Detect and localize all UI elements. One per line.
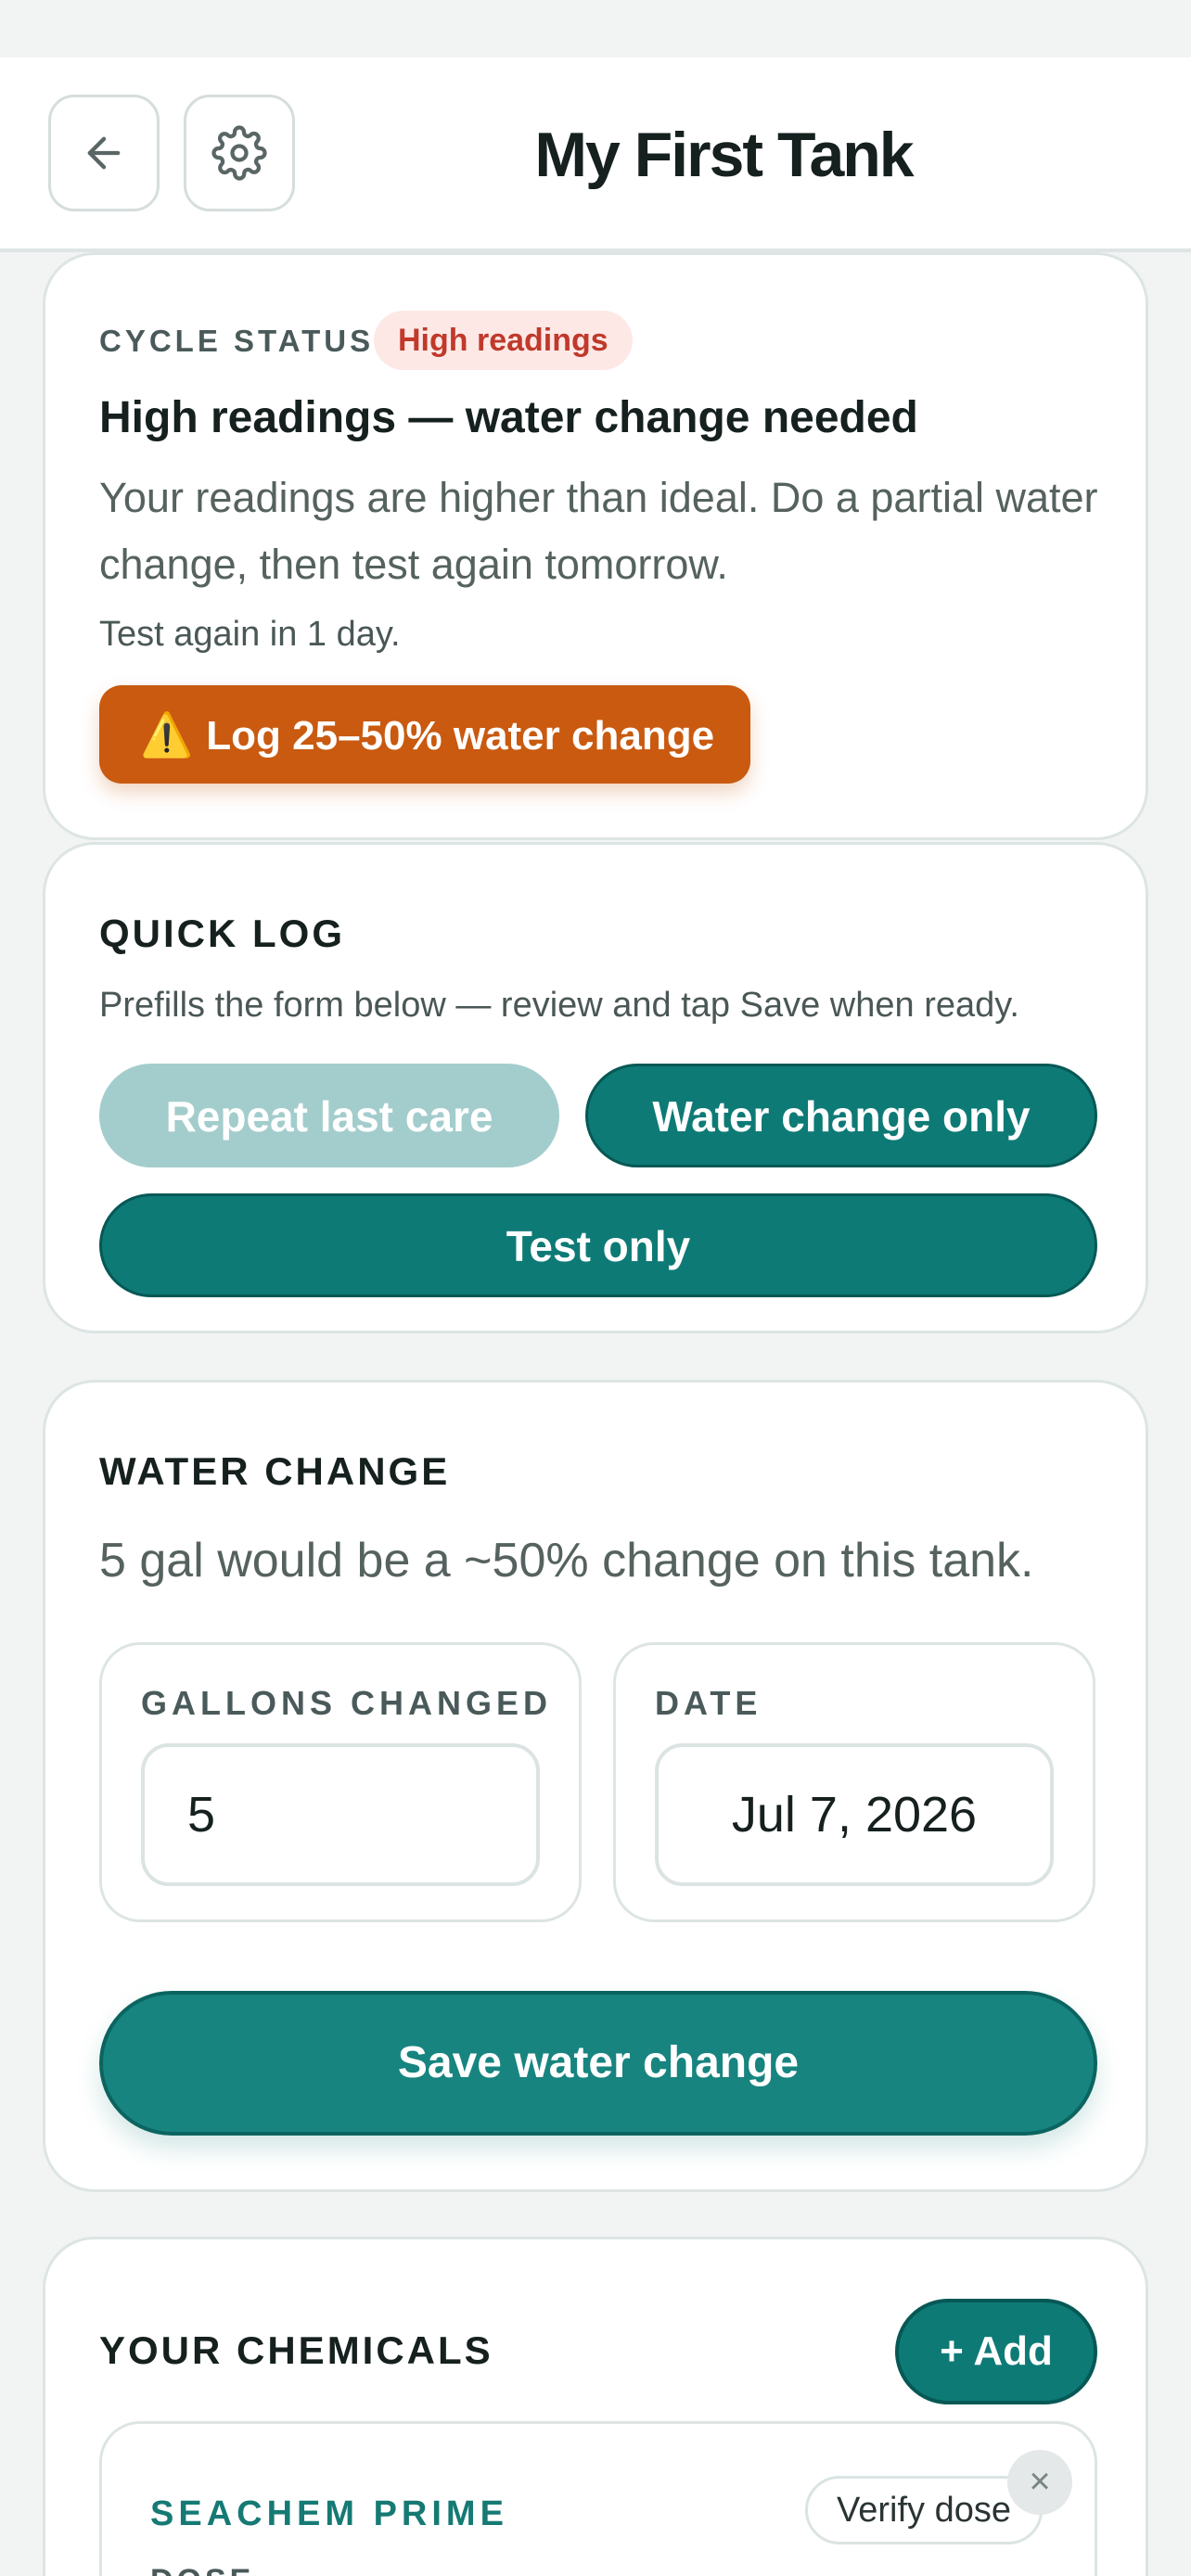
gallons-input[interactable]: 5 <box>141 1743 540 1886</box>
water-change-only-button[interactable]: Water change only <box>585 1064 1097 1167</box>
cycle-status-label: CYCLE STATUS <box>99 324 375 358</box>
retest-note: Test again in 1 day. <box>99 615 401 654</box>
save-water-change-button[interactable]: Save water change <box>99 1991 1097 2136</box>
date-label: DATE <box>655 1684 762 1722</box>
status-badge: High readings <box>374 311 633 370</box>
repeat-last-care-button[interactable]: Repeat last care <box>99 1064 559 1167</box>
water-change-info: 5 gal would be a ~50% change on this tan… <box>99 1534 1034 1588</box>
chemical-item: SEACHEM PRIME DOSE Verify dose × <box>99 2421 1097 2576</box>
add-chemical-button[interactable]: + Add <box>895 2299 1097 2404</box>
gear-icon <box>211 125 267 181</box>
log-water-change-button[interactable]: ⚠️ Log 25–50% water change <box>99 685 750 784</box>
quick-log-card: QUICK LOG Prefills the form below — revi… <box>43 842 1148 1333</box>
water-change-card: WATER CHANGE 5 gal would be a ~50% chang… <box>43 1380 1148 2192</box>
log-water-change-label: Log 25–50% water change <box>206 713 715 759</box>
cycle-description: Your readings are higher than ideal. Do … <box>99 474 1098 588</box>
quick-log-description: Prefills the form below — review and tap… <box>99 986 1019 1025</box>
chemicals-title: YOUR CHEMICALS <box>99 2328 493 2372</box>
settings-button[interactable] <box>184 95 295 211</box>
app-header: My First Tank <box>0 57 1191 252</box>
cycle-status-card: CYCLE STATUS High readings High readings… <box>43 252 1148 840</box>
cycle-heading: High readings — water change needed <box>99 393 918 442</box>
back-button[interactable] <box>48 95 160 211</box>
gallons-label: GALLONS CHANGED <box>141 1684 552 1722</box>
arrow-left-icon <box>87 136 121 170</box>
water-change-title: WATER CHANGE <box>99 1449 451 1493</box>
dose-label: DOSE <box>150 2563 254 2576</box>
close-icon[interactable]: × <box>1007 2450 1072 2515</box>
date-field-group: DATE Jul 7, 2026 <box>613 1642 1095 1922</box>
page-title: My First Tank <box>534 120 914 190</box>
quick-log-title: QUICK LOG <box>99 912 345 955</box>
chemicals-card: YOUR CHEMICALS + Add SEACHEM PRIME DOSE … <box>43 2237 1148 2576</box>
status-bar <box>0 0 1191 57</box>
test-only-button[interactable]: Test only <box>99 1193 1097 1297</box>
chemical-name: SEACHEM PRIME <box>150 2494 508 2533</box>
date-input[interactable]: Jul 7, 2026 <box>655 1743 1054 1886</box>
warning-icon: ⚠️ <box>140 710 194 759</box>
gallons-field-group: GALLONS CHANGED 5 <box>99 1642 582 1922</box>
